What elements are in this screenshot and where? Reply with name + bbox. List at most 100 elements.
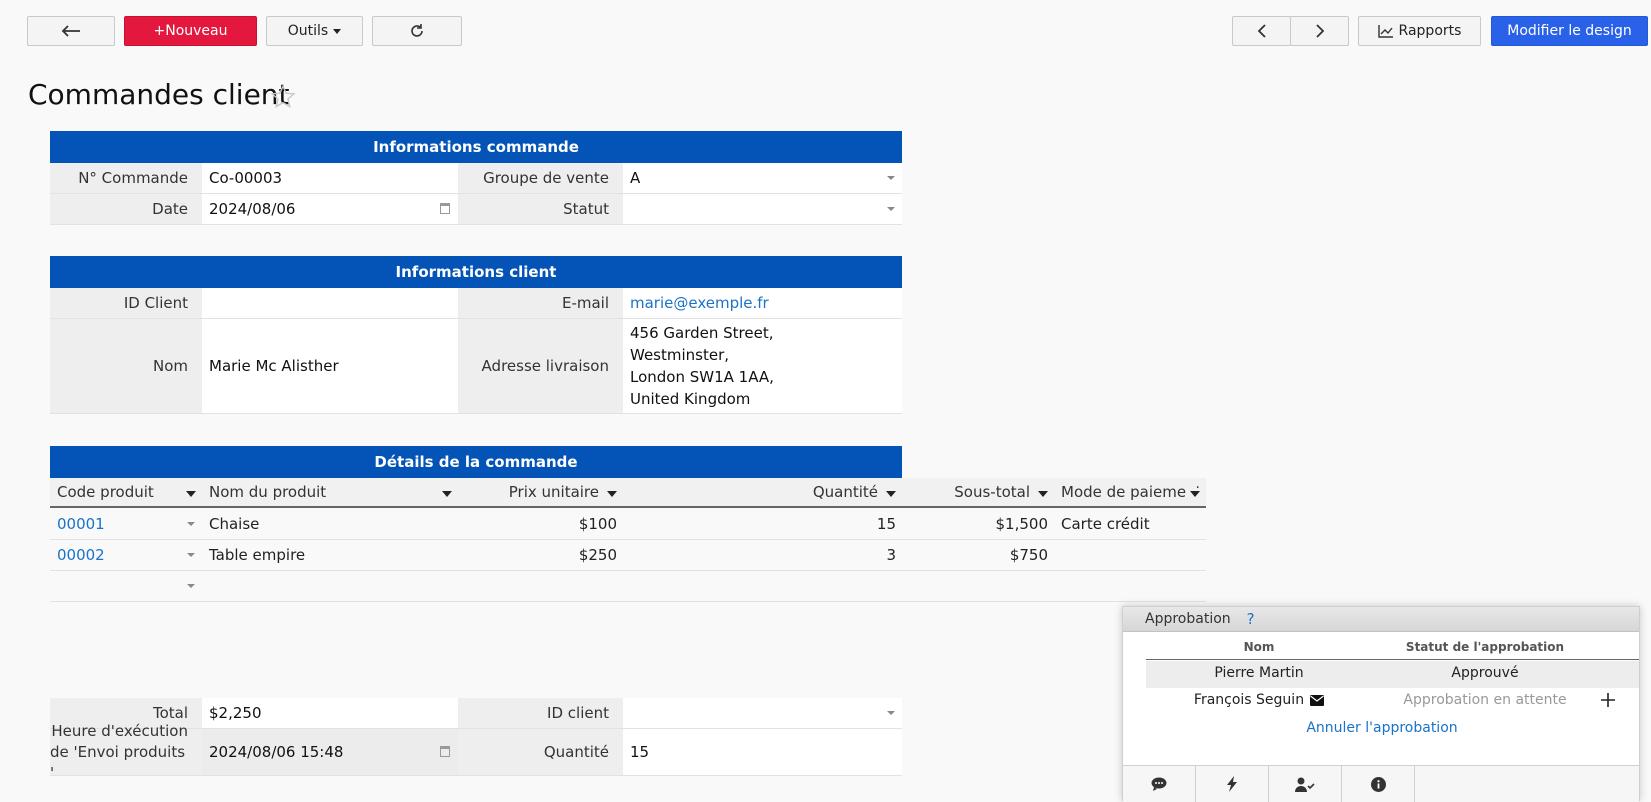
- favorite-star-icon[interactable]: [270, 84, 296, 110]
- approval-col-name: Nom: [1243, 640, 1275, 654]
- comment-tab[interactable]: [1123, 766, 1196, 802]
- exec-time-label-line: de 'Envoi produits ': [50, 742, 186, 782]
- arrow-left-icon: [61, 25, 80, 37]
- approval-panel: Approbation ? Nom Statut de l'approbatio…: [1122, 606, 1641, 802]
- sales-group-select[interactable]: A: [623, 163, 902, 194]
- next-record-button[interactable]: [1290, 16, 1349, 46]
- sort-caret-icon[interactable]: [886, 491, 896, 497]
- calendar-icon[interactable]: [440, 203, 450, 214]
- table-cell-quantity[interactable]: 3: [623, 540, 902, 571]
- table-cell-code-empty[interactable]: [50, 571, 202, 602]
- approval-footer: [1123, 765, 1639, 802]
- address-line: United Kingdom: [630, 390, 751, 408]
- sort-caret-icon[interactable]: [442, 491, 452, 497]
- help-icon[interactable]: ?: [1247, 610, 1255, 628]
- approver-name-with-icon: François Seguin: [1146, 692, 1372, 708]
- reports-button[interactable]: Rapports: [1358, 16, 1481, 46]
- summary-qty-field: 15: [623, 729, 902, 776]
- sales-group-label: Groupe de vente: [458, 163, 623, 194]
- address-line: Westminster,: [630, 346, 730, 364]
- email-link[interactable]: marie@exemple.fr: [630, 294, 769, 312]
- chevron-left-icon: [1257, 24, 1266, 38]
- new-button[interactable]: +Nouveau: [124, 16, 257, 46]
- table-cell-subtotal: $1,500: [902, 509, 1054, 540]
- summary-client-id-select[interactable]: [623, 698, 902, 729]
- column-header-code[interactable]: Code produit: [50, 478, 202, 508]
- column-header-payment[interactable]: Mode de paiement: [1054, 478, 1206, 508]
- column-header-label: Nom du produit: [209, 483, 327, 501]
- sort-caret-icon[interactable]: [1190, 491, 1200, 497]
- dropdown-arrow-icon[interactable]: [187, 584, 195, 588]
- lightning-icon: [1227, 776, 1237, 792]
- summary-qty-label: Quantité: [458, 729, 623, 776]
- approval-col-status: Statut de l'approbation: [1405, 640, 1565, 654]
- approval-title: Approbation: [1145, 611, 1231, 627]
- back-button[interactable]: [27, 16, 115, 46]
- info-icon: [1370, 776, 1386, 792]
- dropdown-arrow-icon[interactable]: [187, 553, 195, 557]
- table-cell-payment[interactable]: [1054, 540, 1206, 571]
- caret-down-icon: [333, 28, 342, 34]
- dropdown-arrow-icon: [887, 207, 895, 211]
- column-header-product-name[interactable]: Nom du produit: [202, 478, 458, 508]
- comment-icon: [1151, 777, 1167, 791]
- email-field[interactable]: marie@exemple.fr: [623, 288, 902, 319]
- refresh-button[interactable]: [372, 16, 462, 46]
- address-field[interactable]: 456 Garden Street, Westminster, London S…: [623, 319, 902, 414]
- date-field[interactable]: 2024/08/06: [202, 194, 458, 225]
- name-field[interactable]: Marie Mc Alisther: [202, 319, 458, 414]
- dropdown-arrow-icon[interactable]: [187, 522, 195, 526]
- info-tab[interactable]: [1342, 766, 1415, 802]
- approval-tab[interactable]: [1269, 766, 1342, 802]
- approval-panel-header: Approbation ?: [1123, 607, 1639, 632]
- order-info-header: Informations commande: [50, 131, 902, 163]
- edit-design-button[interactable]: Modifier le design: [1491, 16, 1648, 46]
- product-code-link[interactable]: 00001: [57, 515, 105, 533]
- table-row-empty[interactable]: [202, 571, 1206, 602]
- column-header-subtotal[interactable]: Sous-total: [902, 478, 1054, 508]
- table-cell-payment[interactable]: Carte crédit: [1054, 509, 1206, 540]
- product-code-link[interactable]: 00002: [57, 546, 105, 564]
- exec-time-value: 2024/08/06 15:48: [209, 743, 344, 761]
- previous-record-button[interactable]: [1232, 16, 1291, 46]
- calendar-icon: [440, 746, 450, 757]
- client-id-field[interactable]: [202, 288, 458, 319]
- client-info-header: Informations client: [50, 256, 902, 288]
- chevron-right-icon: [1315, 24, 1324, 38]
- sort-caret-icon[interactable]: [607, 491, 617, 497]
- date-value: 2024/08/06: [209, 200, 296, 218]
- column-header-label: Code produit: [57, 483, 154, 501]
- sales-group-value: A: [630, 169, 641, 187]
- column-header-quantity[interactable]: Quantité: [623, 478, 902, 508]
- client-id-label: ID Client: [50, 288, 202, 319]
- table-cell-quantity[interactable]: 15: [623, 509, 902, 540]
- sort-caret-icon[interactable]: [1038, 491, 1048, 497]
- automation-tab[interactable]: [1196, 766, 1269, 802]
- dropdown-arrow-icon: [887, 176, 895, 180]
- add-approver-icon[interactable]: [1601, 693, 1615, 707]
- exec-time-label: Heure d'exécution de 'Envoi produits ': [50, 722, 202, 782]
- column-header-label: Sous-total: [954, 483, 1030, 501]
- table-cell-code[interactable]: 00001: [50, 509, 202, 540]
- order-no-field[interactable]: Co-00003: [202, 163, 458, 194]
- user-check-icon: [1295, 777, 1315, 792]
- order-no-label: N° Commande: [50, 163, 202, 194]
- address-label: Adresse livraison: [458, 319, 623, 414]
- table-cell-subtotal: $750: [902, 540, 1054, 571]
- table-cell-code[interactable]: 00002: [50, 540, 202, 571]
- approval-status: Approuvé: [1451, 665, 1519, 681]
- status-select[interactable]: [623, 194, 902, 225]
- column-header-label: Quantité: [812, 483, 878, 501]
- table-cell-unit-price: $250: [458, 540, 623, 571]
- envelope-icon[interactable]: [1310, 694, 1325, 706]
- table-cell-unit-price: $100: [458, 509, 623, 540]
- date-label: Date: [50, 194, 202, 225]
- sort-caret-icon[interactable]: [186, 491, 196, 497]
- table-cell-product-name: Table empire: [202, 540, 458, 571]
- column-header-unit-price[interactable]: Prix unitaire: [458, 478, 623, 508]
- refresh-icon: [411, 24, 423, 37]
- status-label: Statut: [458, 194, 623, 225]
- cancel-approval-link[interactable]: Annuler l'approbation: [1123, 720, 1641, 736]
- tools-button[interactable]: Outils: [266, 16, 363, 46]
- total-field: $2,250: [202, 698, 458, 729]
